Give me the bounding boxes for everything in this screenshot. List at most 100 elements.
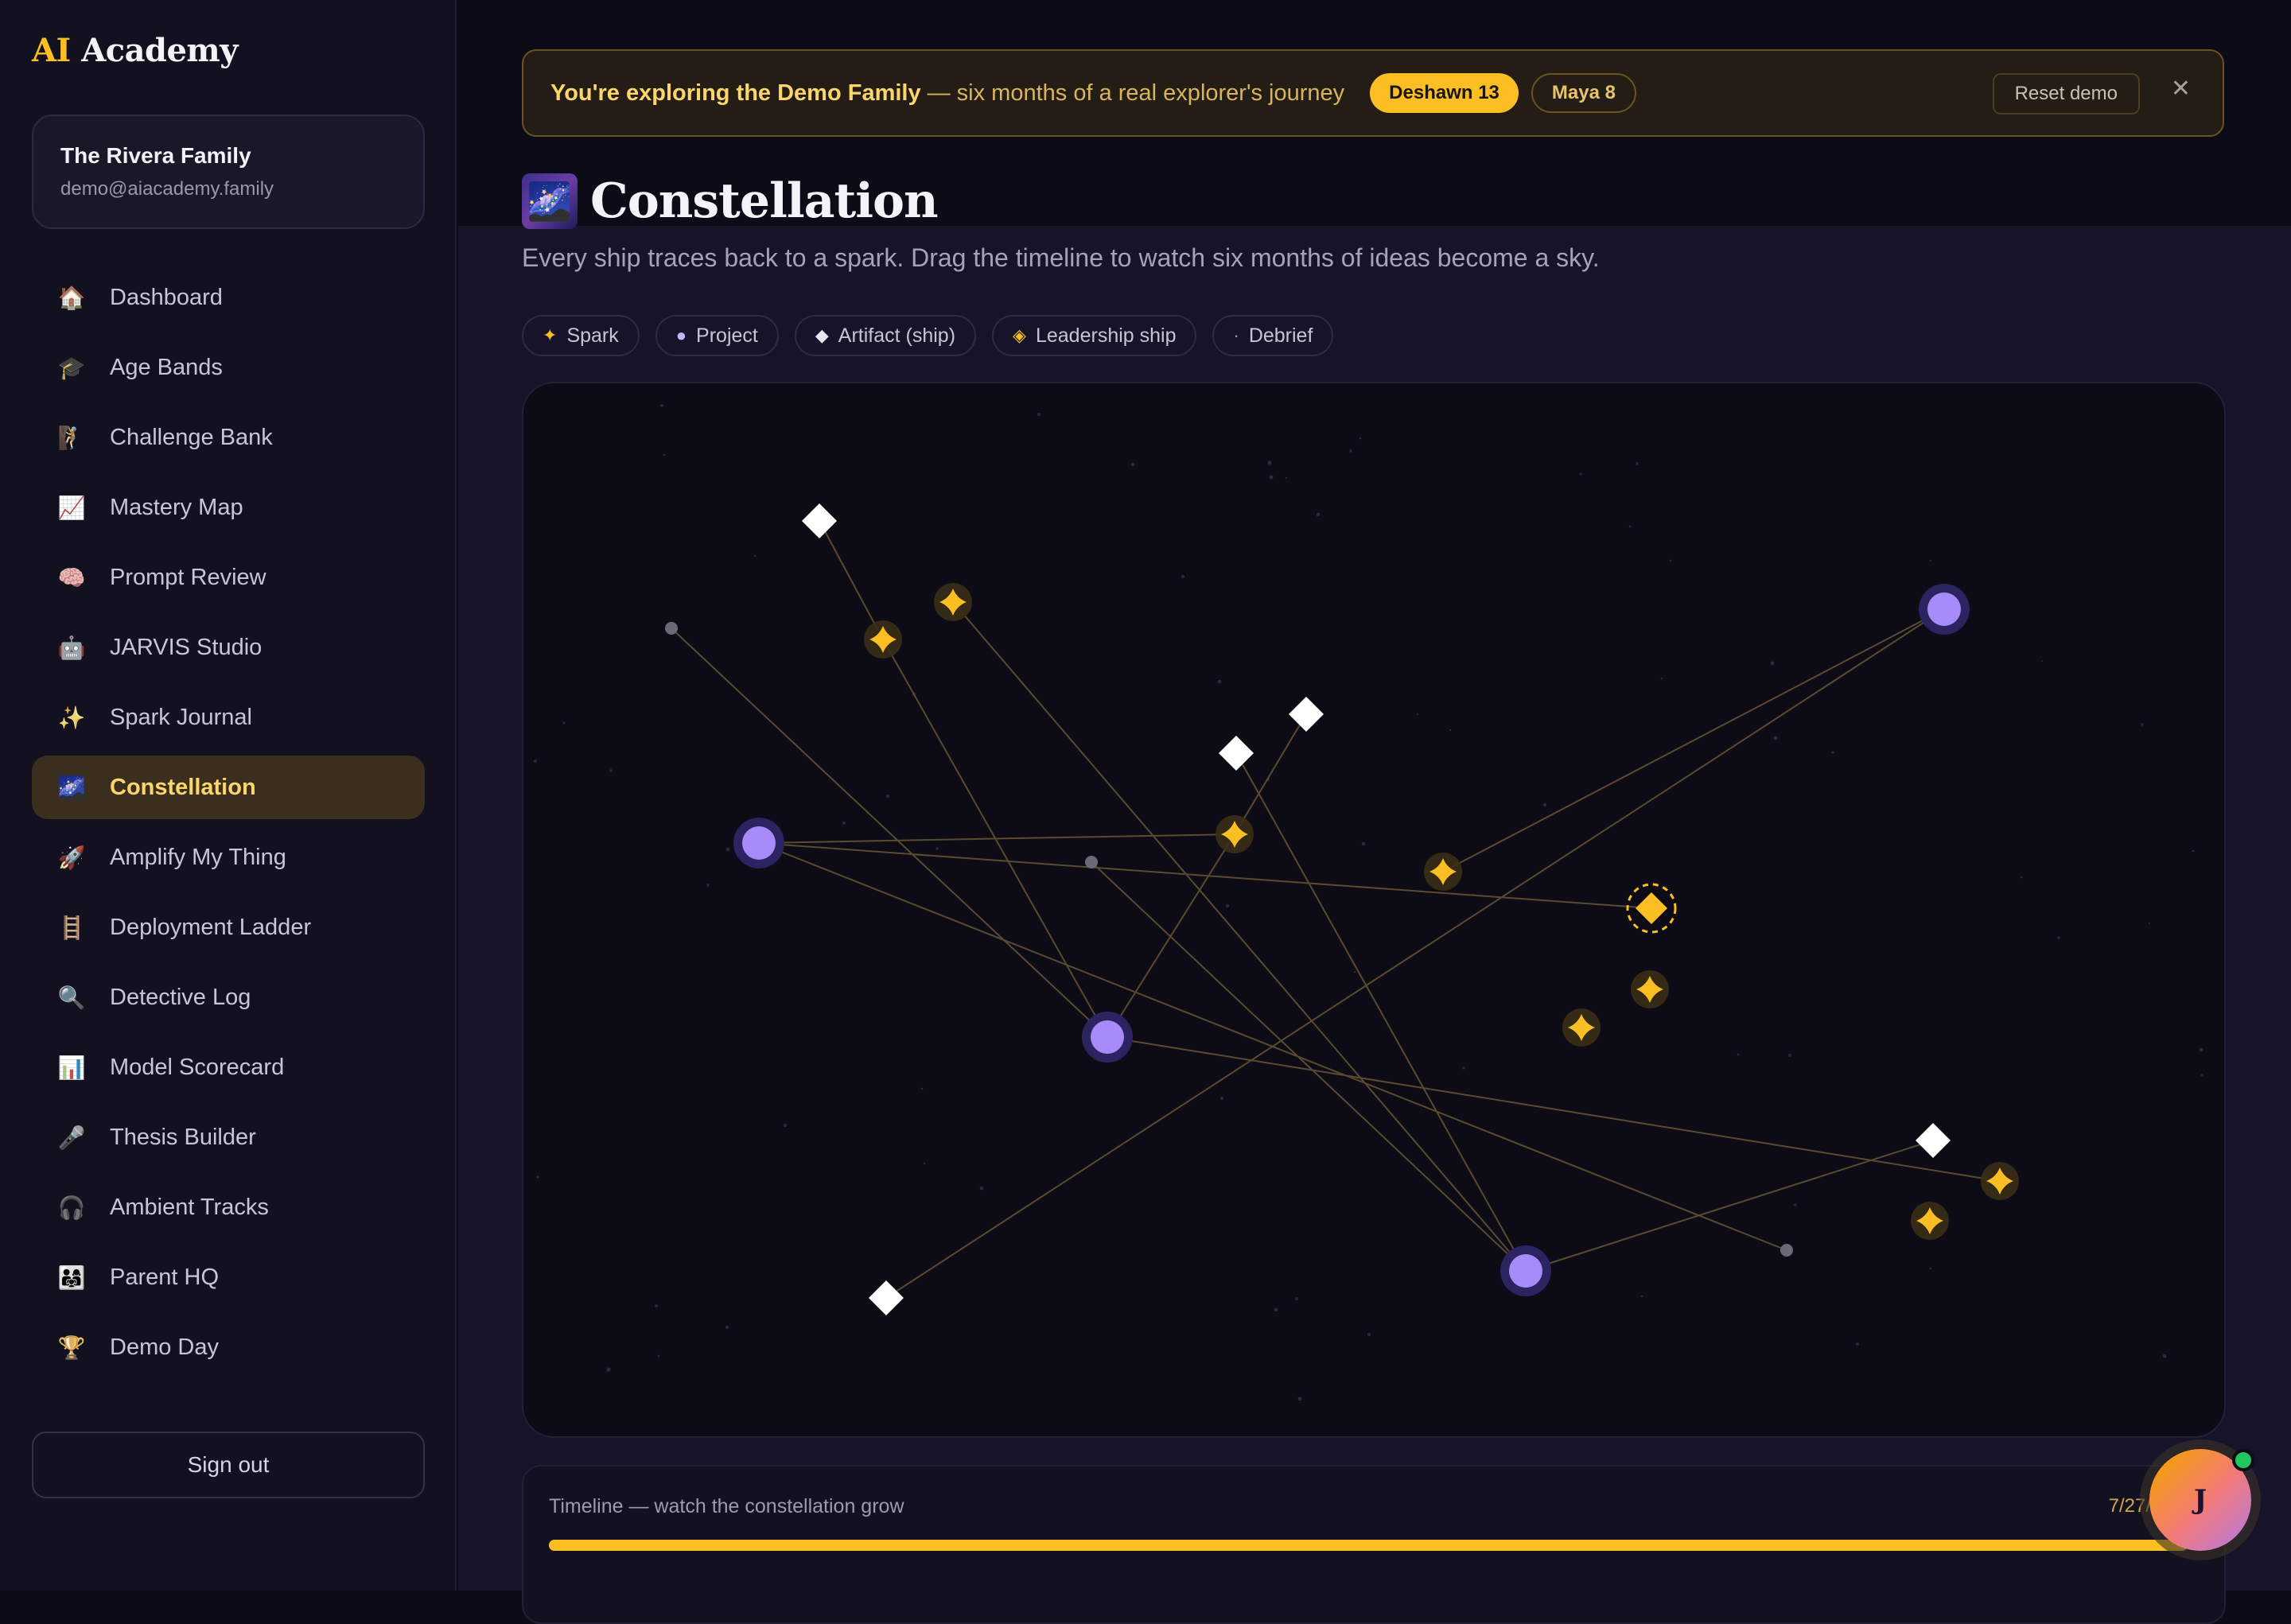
background-stars	[534, 404, 2203, 1401]
demo-banner: You're exploring the Demo Family — six m…	[522, 49, 2224, 137]
legend-label: Debrief	[1248, 324, 1313, 347]
account-card[interactable]: The Rivera Family demo@aiacademy.family	[32, 115, 425, 229]
project-node[interactable]	[1927, 592, 1961, 626]
artifact-node[interactable]	[1916, 1123, 1951, 1158]
constellation-svg[interactable]	[523, 383, 2226, 1438]
milky-way-icon: 🌌	[57, 775, 86, 800]
online-status-dot	[2232, 1449, 2254, 1471]
sidebar-item-demo-day[interactable]: 🏆 Demo Day	[32, 1315, 425, 1379]
milky-way-icon: 🌌	[522, 173, 578, 229]
node-legend: ✦ Spark ● Project ◆ Artifact (ship) ◈ Leadershi…	[522, 315, 1349, 356]
sidebar-item-label: Detective Log	[110, 984, 251, 1010]
sidebar-item-amplify-my-thing[interactable]: 🚀 Amplify My Thing	[32, 826, 425, 889]
close-icon[interactable]: ✕	[2171, 75, 2191, 103]
sidebar-item-label: Challenge Bank	[110, 424, 273, 450]
legend-debrief[interactable]: · Debrief	[1212, 315, 1334, 356]
reset-demo-button[interactable]: Reset demo	[1992, 73, 2140, 115]
sidebar-item-prompt-review[interactable]: 🧠 Prompt Review	[32, 546, 425, 609]
sidebar-item-label: Dashboard	[110, 284, 223, 310]
legend-spark[interactable]: ✦ Spark	[522, 315, 640, 356]
chart-up-icon: 📈	[57, 495, 86, 520]
sidebar-item-parent-hq[interactable]: 👨‍👩‍👧 Parent HQ	[32, 1245, 425, 1309]
sidebar-item-dashboard[interactable]: 🏠 Dashboard	[32, 266, 425, 329]
sidebar-item-spark-journal[interactable]: ✨ Spark Journal	[32, 686, 425, 749]
link-line[interactable]	[885, 608, 1945, 1299]
project-node[interactable]	[742, 826, 776, 860]
ladder-icon: 🪜	[57, 915, 86, 940]
sidebar-item-label: Parent HQ	[110, 1264, 219, 1290]
legend-symbol-icon: ●	[675, 325, 687, 345]
sparkles-icon: ✨	[57, 705, 86, 730]
link-line[interactable]	[819, 520, 884, 640]
main-content: You're exploring the Demo Family — six m…	[458, 0, 2291, 1624]
kid-chip-maya[interactable]: Maya 8	[1531, 73, 1636, 113]
brain-icon: 🧠	[57, 565, 86, 590]
sidebar-item-label: JARVIS Studio	[110, 634, 263, 660]
legend-artifact-ship-[interactable]: ◆ Artifact (ship)	[794, 315, 977, 356]
artifact-node[interactable]	[1219, 736, 1254, 771]
family-icon: 👨‍👩‍👧	[57, 1265, 86, 1290]
legend-symbol-icon: ◈	[1013, 325, 1026, 345]
house-icon: 🏠	[57, 285, 86, 310]
sidebar-item-jarvis-studio[interactable]: 🤖 JARVIS Studio	[32, 616, 425, 679]
legend-label: Leadership ship	[1035, 324, 1177, 347]
kid-chip-deshawn[interactable]: Deshawn 13	[1370, 73, 1519, 113]
banner-text: — six months of a real explorer's journe…	[927, 80, 1345, 106]
banner-lead: You're exploring the Demo Family	[550, 80, 921, 106]
link-line[interactable]	[758, 842, 1652, 909]
constellation-canvas[interactable]	[522, 382, 2226, 1438]
sidebar: AI Academy The Rivera Family demo@aiacad…	[0, 0, 457, 1591]
brand-logo[interactable]: AI Academy	[32, 32, 238, 69]
legend-symbol-icon: ✦	[543, 325, 558, 345]
link-line[interactable]	[1107, 1036, 2001, 1182]
sidebar-item-label: Age Bands	[110, 354, 223, 380]
sidebar-item-label: Constellation	[110, 774, 256, 800]
leadership-node[interactable]	[1636, 892, 1667, 924]
sidebar-item-label: Amplify My Thing	[110, 844, 286, 870]
sidebar-item-label: Prompt Review	[110, 564, 266, 590]
page-subtitle: Every ship traces back to a spark. Drag …	[522, 243, 1600, 272]
legend-label: Project	[696, 324, 758, 347]
sidebar-item-label: Ambient Tracks	[110, 1194, 269, 1220]
sidebar-item-thesis-builder[interactable]: 🎤 Thesis Builder	[32, 1105, 425, 1169]
link-line[interactable]	[952, 601, 1527, 1272]
link-line[interactable]	[1442, 608, 1945, 872]
timeline-fill[interactable]	[549, 1540, 2188, 1551]
sidebar-item-label: Demo Day	[110, 1334, 219, 1360]
sign-out-button[interactable]: Sign out	[32, 1432, 425, 1498]
link-line[interactable]	[1235, 752, 1527, 1272]
timeline-slider[interactable]	[549, 1540, 2188, 1551]
sidebar-item-constellation[interactable]: 🌌 Constellation	[32, 756, 425, 819]
sidebar-item-deployment-ladder[interactable]: 🪜 Deployment Ladder	[32, 896, 425, 959]
sidebar-item-detective-log[interactable]: 🔍 Detective Log	[32, 965, 425, 1029]
legend-symbol-icon: ◆	[815, 325, 829, 345]
link-line[interactable]	[1234, 713, 1307, 835]
artifact-node[interactable]	[869, 1280, 904, 1315]
rocket-icon: 🚀	[57, 845, 86, 870]
sidebar-item-challenge-bank[interactable]: 🧗 Challenge Bank	[32, 406, 425, 469]
sidebar-item-ambient-tracks[interactable]: 🎧 Ambient Tracks	[32, 1175, 425, 1239]
sidebar-item-label: Model Scorecard	[110, 1054, 285, 1080]
account-email: demo@aiacademy.family	[60, 178, 274, 200]
project-node[interactable]	[1509, 1254, 1542, 1288]
sidebar-item-age-bands[interactable]: 🎓 Age Bands	[32, 336, 425, 399]
link-line[interactable]	[1525, 1140, 1934, 1272]
legend-label: Artifact (ship)	[838, 324, 956, 347]
sidebar-item-mastery-map[interactable]: 📈 Mastery Map	[32, 476, 425, 539]
debrief-node[interactable]	[1085, 856, 1098, 868]
sidebar-item-label: Deployment Ladder	[110, 914, 312, 940]
timeline-panel: Timeline — watch the constellation grow …	[522, 1465, 2226, 1624]
sidebar-item-model-scorecard[interactable]: 📊 Model Scorecard	[32, 1035, 425, 1099]
timeline-label: Timeline — watch the constellation grow	[549, 1495, 904, 1517]
legend-leadership-ship[interactable]: ◈ Leadership ship	[992, 315, 1197, 356]
legend-label: Spark	[566, 324, 619, 347]
debrief-node[interactable]	[665, 622, 678, 635]
artifact-node[interactable]	[802, 503, 837, 538]
debrief-node[interactable]	[1780, 1244, 1793, 1257]
artifact-node[interactable]	[1289, 697, 1324, 732]
robot-icon: 🤖	[57, 635, 86, 660]
page-title-text: Constellation	[590, 173, 939, 229]
page-title: 🌌 Constellation	[522, 173, 939, 229]
legend-project[interactable]: ● Project	[655, 315, 779, 356]
project-node[interactable]	[1091, 1020, 1124, 1054]
